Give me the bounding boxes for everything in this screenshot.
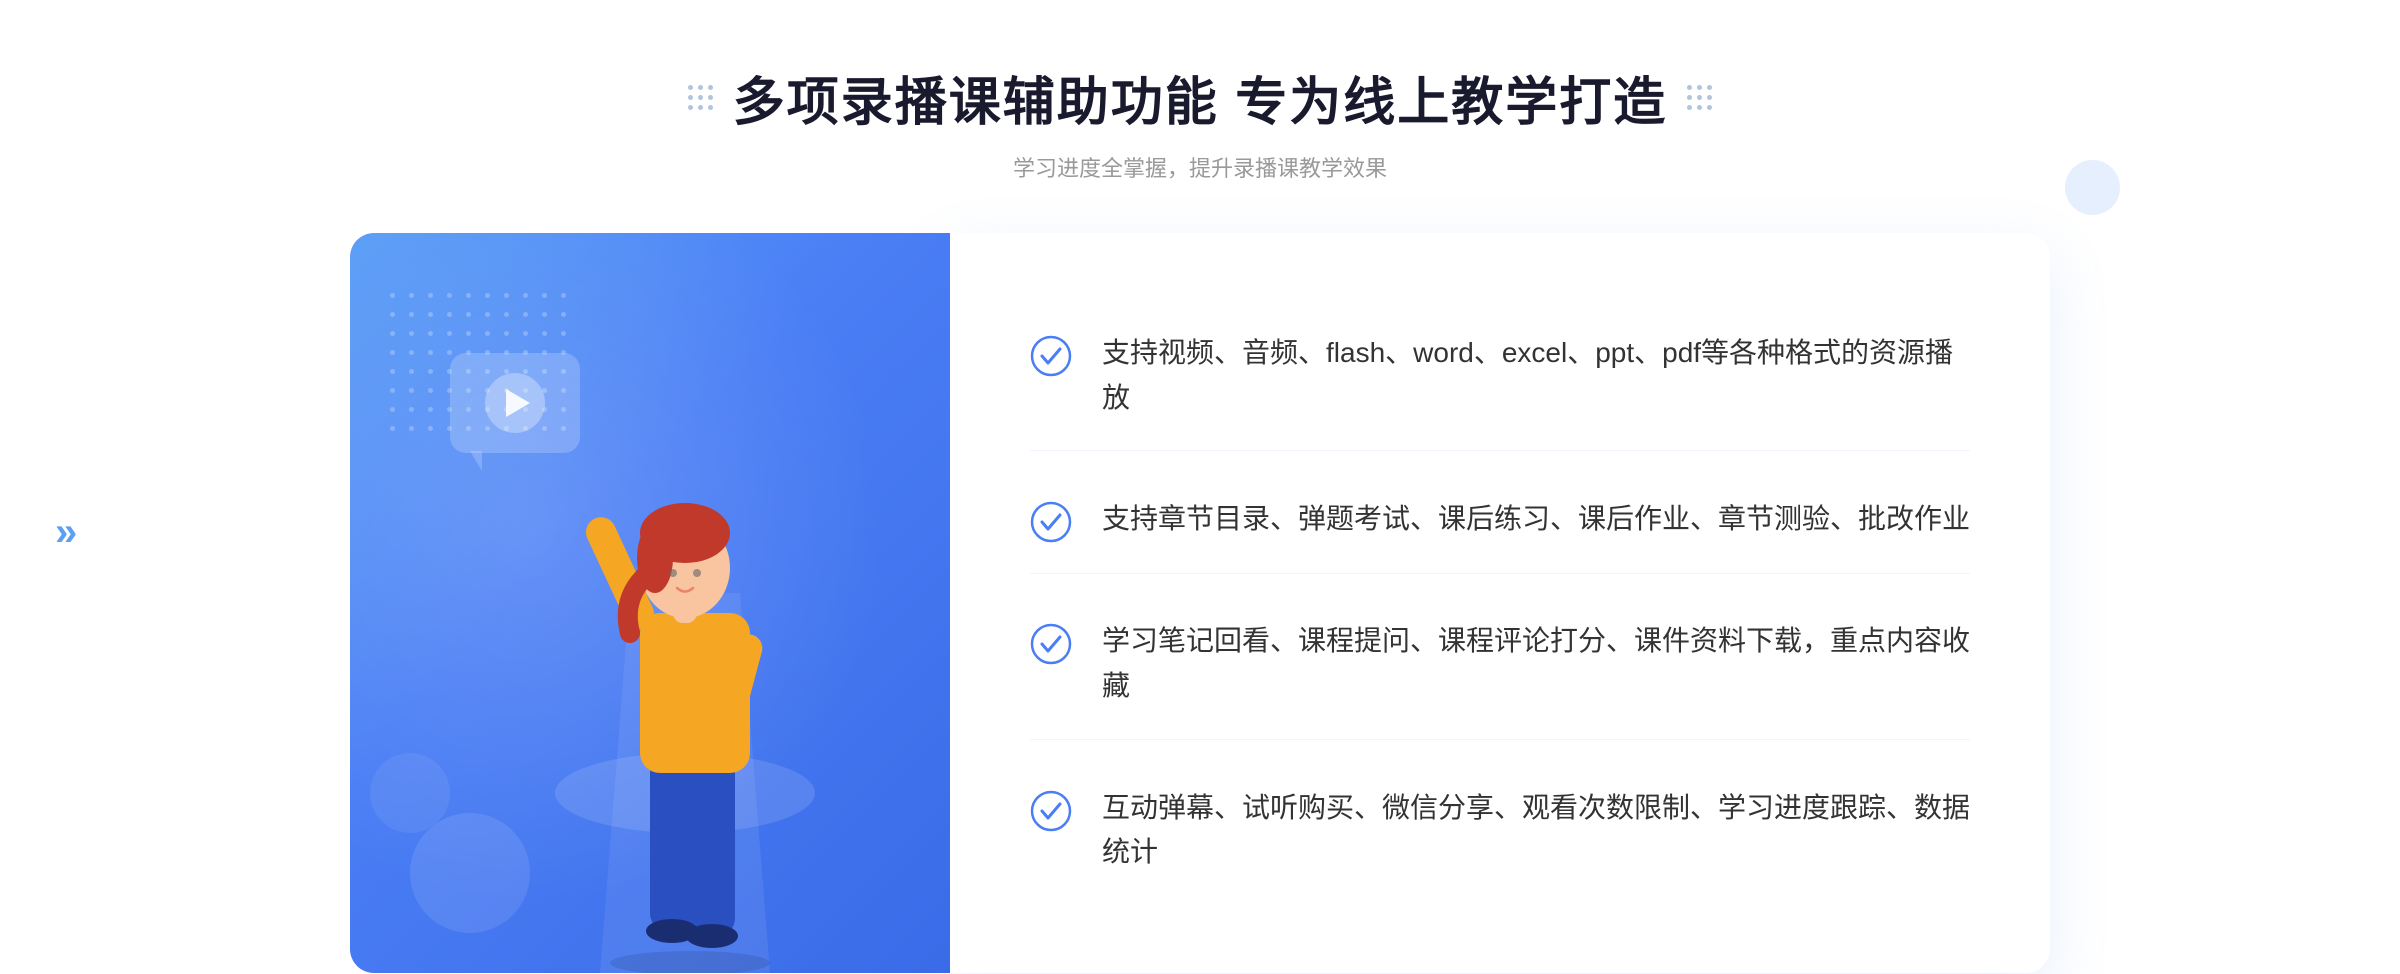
- deco-chevron-left: »: [55, 510, 77, 555]
- header-section: 多项录播课辅助功能 专为线上教学打造 学习进度全掌握，提升录播课教学效果: [688, 60, 1712, 183]
- feature-item-1: 支持视频、音频、flash、word、excel、ppt、pdf等各种格式的资源…: [1030, 301, 1970, 452]
- header-title-row: 多项录播课辅助功能 专为线上教学打造: [688, 60, 1712, 135]
- person-illustration: [510, 393, 860, 973]
- feature-text-2: 支持章节目录、弹题考试、课后练习、课后作业、章节测验、批改作业: [1102, 497, 1970, 542]
- page-title: 多项录播课辅助功能 专为线上教学打造: [733, 60, 1667, 135]
- header-dots-right: [1687, 85, 1712, 110]
- features-panel: 支持视频、音频、flash、word、excel、ppt、pdf等各种格式的资源…: [950, 233, 2050, 973]
- feature-item-2: 支持章节目录、弹题考试、课后练习、课后作业、章节测验、批改作业: [1030, 467, 1970, 574]
- feature-text-1: 支持视频、音频、flash、word、excel、ppt、pdf等各种格式的资源…: [1102, 331, 1970, 421]
- header-dots-left: [688, 85, 713, 110]
- check-icon-1: [1030, 335, 1072, 377]
- feature-item-3: 学习笔记回看、课程提问、课程评论打分、课件资料下载，重点内容收藏: [1030, 589, 1970, 740]
- page-subtitle: 学习进度全掌握，提升录播课教学效果: [688, 151, 1712, 183]
- feature-item-4: 互动弹幕、试听购买、微信分享、观看次数限制、学习进度跟踪、数据统计: [1030, 756, 1970, 906]
- check-icon-2: [1030, 501, 1072, 543]
- check-icon-3: [1030, 623, 1072, 665]
- feature-text-3: 学习笔记回看、课程提问、课程评论打分、课件资料下载，重点内容收藏: [1102, 619, 1970, 709]
- check-icon-4: [1030, 790, 1072, 832]
- deco-small-circle-right: [2065, 160, 2120, 215]
- page-wrapper: » 多项录播课辅助功能 专为线上教学打造: [0, 0, 2400, 974]
- illustration-panel: [350, 233, 950, 973]
- illus-circle-mid: [370, 753, 450, 833]
- main-content: 支持视频、音频、flash、word、excel、ppt、pdf等各种格式的资源…: [350, 233, 2050, 973]
- feature-text-4: 互动弹幕、试听购买、微信分享、观看次数限制、学习进度跟踪、数据统计: [1102, 786, 1970, 876]
